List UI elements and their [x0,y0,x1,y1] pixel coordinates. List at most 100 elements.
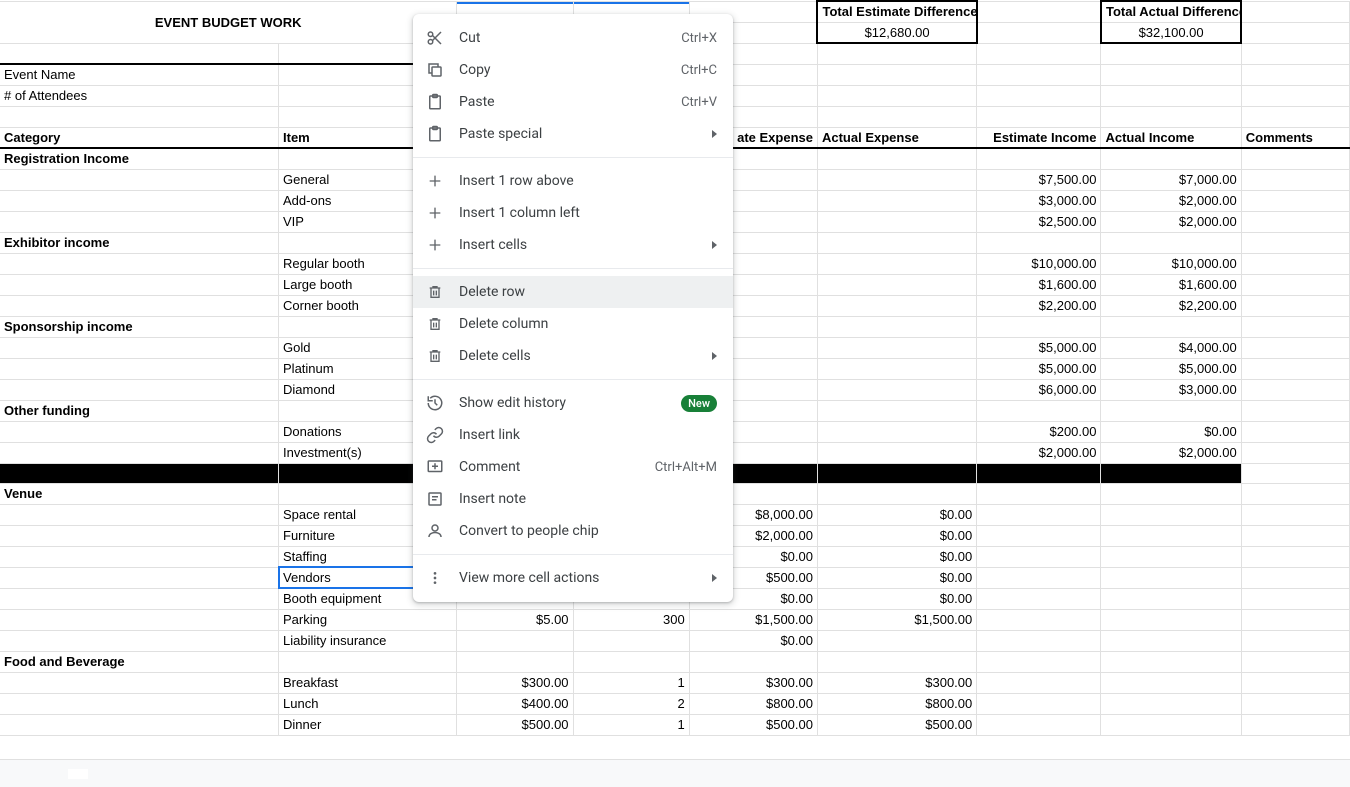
cell[interactable]: $0.00 [689,630,817,651]
cell[interactable]: $0.00 [817,588,976,609]
cell[interactable]: $5,000.00 [1101,358,1241,379]
cell[interactable]: $4,000.00 [1101,337,1241,358]
cell[interactable]: $300.00 [817,672,976,693]
new-badge: New [681,395,717,412]
page-title: EVENT BUDGET WORK [0,1,457,43]
menu-people-chip[interactable]: Convert to people chip [413,515,733,547]
cell[interactable]: $1,600.00 [1101,274,1241,295]
cell[interactable]: $3,000.00 [977,190,1101,211]
menu-cut[interactable]: Cut Ctrl+X [413,22,733,54]
menu-label: Convert to people chip [459,523,717,539]
cell[interactable]: $1,500.00 [817,609,976,630]
menu-shortcut: Ctrl+Alt+M [655,460,717,475]
item-cell: Vendors [283,570,331,585]
cell[interactable]: $500.00 [689,714,817,735]
total-actual-diff-label: Total Actual Difference [1101,1,1241,22]
cell[interactable]: $500.00 [457,714,573,735]
menu-separator [413,157,733,158]
cell[interactable]: $2,500.00 [977,211,1101,232]
cell[interactable]: $10,000.00 [1101,253,1241,274]
menu-paste[interactable]: Paste Ctrl+V [413,86,733,118]
cell[interactable]: $0.00 [817,504,976,525]
menu-delete-row[interactable]: Delete row [413,276,733,308]
item-cell[interactable]: Lunch [279,693,457,714]
cell[interactable]: $10,000.00 [977,253,1101,274]
copy-icon [425,60,445,80]
menu-shortcut: Ctrl+V [681,95,717,110]
cell[interactable]: 2 [573,693,689,714]
cell[interactable]: 300 [573,609,689,630]
cell[interactable]: $2,000.00 [1101,190,1241,211]
menu-edit-history[interactable]: Show edit history New [413,387,733,419]
cell[interactable]: $2,200.00 [1101,295,1241,316]
chevron-right-icon [712,130,717,138]
cell[interactable]: $0.00 [817,546,976,567]
cell[interactable]: 1 [573,714,689,735]
category-registration: Registration Income [0,148,279,169]
cell[interactable]: $400.00 [457,693,573,714]
cell[interactable]: $7,000.00 [1101,169,1241,190]
cell[interactable]: $2,200.00 [977,295,1101,316]
cell[interactable]: $800.00 [817,693,976,714]
cell[interactable]: $300.00 [689,672,817,693]
plus-icon [425,171,445,191]
cell[interactable]: $1,500.00 [689,609,817,630]
cell[interactable]: $2,000.00 [1101,442,1241,463]
menu-insert-row[interactable]: Insert 1 row above [413,165,733,197]
cell[interactable]: $0.00 [817,525,976,546]
trash-icon [425,346,445,366]
col-header-category: Category [0,127,279,148]
menu-shortcut: Ctrl+C [681,63,717,78]
item-cell[interactable]: Breakfast [279,672,457,693]
cell[interactable]: $300.00 [457,672,573,693]
cell[interactable]: $2,000.00 [977,442,1101,463]
menu-shortcut: Ctrl+X [681,31,717,46]
menu-insert-cells[interactable]: Insert cells [413,229,733,261]
menu-label: Delete column [459,316,717,332]
cell[interactable]: $5.00 [457,609,573,630]
paste-icon [425,124,445,144]
plus-icon [425,203,445,223]
event-name-label: Event Name [0,64,279,85]
cell[interactable]: $5,000.00 [977,337,1101,358]
cell[interactable]: $500.00 [817,714,976,735]
item-cell[interactable]: Liability insurance [279,630,457,651]
sheet-tab[interactable] [68,769,88,779]
cell[interactable]: $1,600.00 [977,274,1101,295]
menu-separator [413,554,733,555]
menu-insert-column[interactable]: Insert 1 column left [413,197,733,229]
menu-label: Insert 1 row above [459,173,717,189]
menu-insert-note[interactable]: Insert note [413,483,733,515]
col-selection-marker [574,2,689,4]
col-header-act-expense: Actual Expense [817,127,976,148]
cell[interactable]: $0.00 [1101,421,1241,442]
item-cell[interactable]: Dinner [279,714,457,735]
menu-label: Insert cells [459,237,706,253]
menu-comment[interactable]: Comment Ctrl+Alt+M [413,451,733,483]
menu-paste-special[interactable]: Paste special [413,118,733,150]
menu-more-actions[interactable]: View more cell actions [413,562,733,594]
item-cell[interactable]: Parking [279,609,457,630]
chevron-right-icon [712,574,717,582]
cell[interactable]: $7,500.00 [977,169,1101,190]
menu-label: Paste [459,94,681,110]
cell[interactable]: $800.00 [689,693,817,714]
cell[interactable]: $0.00 [817,567,976,588]
cell[interactable]: $5,000.00 [977,358,1101,379]
col-header-est-income: Estimate Income [977,127,1101,148]
menu-copy[interactable]: Copy Ctrl+C [413,54,733,86]
menu-delete-column[interactable]: Delete column [413,308,733,340]
paste-icon [425,92,445,112]
category-venue: Venue [0,483,279,504]
cell[interactable]: $2,000.00 [1101,211,1241,232]
cell[interactable]: $200.00 [977,421,1101,442]
cell[interactable]: $3,000.00 [1101,379,1241,400]
cell[interactable]: $6,000.00 [977,379,1101,400]
cell[interactable]: 1 [573,672,689,693]
comment-icon [425,457,445,477]
menu-insert-link[interactable]: Insert link [413,419,733,451]
menu-label: Delete row [459,284,717,300]
menu-delete-cells[interactable]: Delete cells [413,340,733,372]
attendees-label: # of Attendees [0,85,279,106]
category-sponsorship: Sponsorship income [0,316,279,337]
